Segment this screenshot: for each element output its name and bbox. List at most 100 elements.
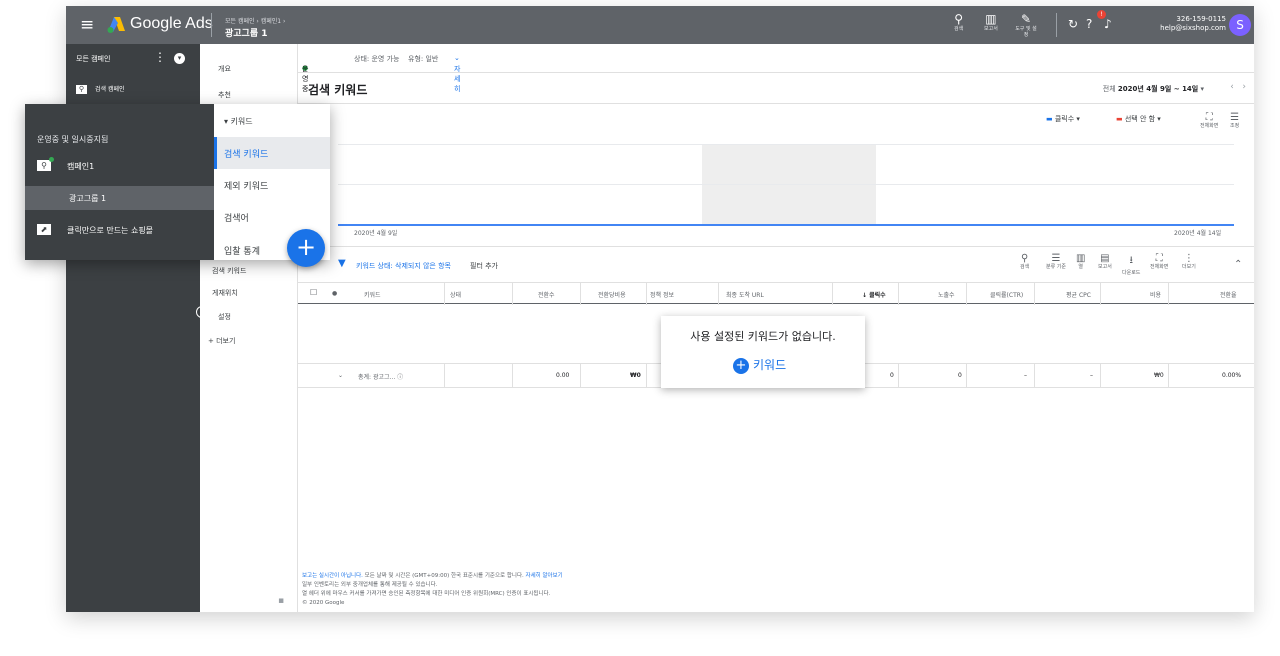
table-search-button[interactable]: ⚲ 검색 (1020, 253, 1029, 270)
menu-placements[interactable]: 게재위치 (212, 288, 238, 298)
reports-button[interactable]: ▥ 보고서 (984, 12, 998, 32)
menu-settings[interactable]: 설정 (218, 312, 231, 322)
google-ads-logo-icon (107, 17, 125, 33)
table-header: ☐ ● 키워드 상태 전환수 전환당비용 정책 정보 최종 도착 URL ↓ 클… (298, 282, 1254, 305)
download-button[interactable]: ⭳ 다운로드 (1122, 253, 1140, 276)
total-conversions: 0.00 (556, 372, 570, 379)
total-clicks: 0 (890, 372, 894, 379)
series-line-clicks (338, 224, 1234, 226)
adgroup-item[interactable]: 광고그룹 1 (25, 186, 214, 210)
filter-bar: ▼ 키워드 상태: 삭제되지 않은 항목 필터 추가 ⚲ 검색 ☰ 분류 기준 ▥ 열… (298, 246, 1254, 282)
total-avg-cpc: – (1090, 372, 1093, 379)
breadcrumb[interactable]: 모든 캠페인 › 캠페인1 › (225, 16, 285, 25)
filter-status-header: 운영중 및 일시중지됨 (37, 135, 109, 144)
col-keyword[interactable]: 키워드 (364, 290, 381, 299)
chart-adjust-button[interactable]: ☰ 조정 (1230, 112, 1239, 129)
add-fab-button[interactable]: + (287, 229, 325, 267)
avatar[interactable]: S (1229, 14, 1251, 36)
enabled-dot-icon (49, 157, 54, 162)
segment-button[interactable]: ☰ 분류 기준 (1046, 253, 1066, 270)
empty-keywords-card: 사용 설정된 키워드가 없습니다. + 키워드 (661, 316, 865, 388)
expand-chevron-icon[interactable]: ⌄ (338, 372, 343, 379)
col-conv-rate[interactable]: 전환율 (1220, 290, 1237, 299)
col-cost[interactable]: 비용 (1150, 290, 1161, 299)
collapse-chevron-icon[interactable]: ⌃ (1234, 259, 1242, 270)
columns-button[interactable]: ▥ 열 (1076, 253, 1085, 270)
col-final-url[interactable]: 최종 도착 URL (726, 290, 764, 299)
divider (1056, 13, 1057, 37)
divider (211, 13, 212, 37)
empty-message: 사용 설정된 키워드가 없습니다. (690, 330, 836, 343)
top-bar: ≡ Google Ads 모든 캠페인 › 캠페인1 › 광고그룹 1 ⚲ 검색 … (66, 6, 1254, 44)
col-avg-cpc[interactable]: 평균 CPC (1066, 290, 1091, 299)
details-link[interactable]: 자세히 ⌄ (454, 54, 460, 93)
status-eligible: 상태: 운영 가능 (354, 55, 400, 63)
col-ctr[interactable]: 클릭률(CTR) (990, 290, 1023, 299)
tools-button[interactable]: ✎ 도구 및 설정 (1014, 12, 1038, 38)
col-status[interactable]: 상태 (450, 290, 461, 299)
legend-clicks[interactable]: ▬ 클릭수 ▾ (1046, 114, 1080, 124)
search-campaign-icon: ⚲ (37, 160, 51, 171)
chevron-down-icon[interactable]: ▾ (174, 53, 185, 64)
table-reports-button[interactable]: ▤ 보고서 (1098, 253, 1112, 270)
more-menu[interactable]: + 더보기 (208, 336, 235, 346)
menu-recommendations[interactable]: 추천 (218, 90, 231, 100)
campaign-item[interactable]: ⚲ 캠페인1 (25, 154, 214, 178)
x-tick: 2020년 4월 9일 (354, 230, 398, 237)
date-nav-arrows[interactable]: ‹ › (1230, 82, 1246, 92)
menu-overview[interactable]: 개요 (218, 64, 231, 74)
total-conv-rate: 0.00% (1222, 372, 1242, 379)
col-conversions[interactable]: 전환수 (538, 290, 555, 299)
grid-line (338, 184, 1234, 185)
total-ctr: – (1024, 372, 1027, 379)
submenu-auction-insights[interactable]: 입찰 통계 (224, 244, 260, 257)
legend-none[interactable]: ▬ 선택 안 함 ▾ (1116, 114, 1161, 124)
feedback-icon[interactable]: ▪ (278, 596, 284, 606)
help-icon[interactable]: ? (1086, 17, 1092, 31)
select-all-checkbox[interactable]: ☐ (310, 288, 317, 297)
performance-chart: ▬ 클릭수 ▾ ▬ 선택 안 함 ▾ ⛶전체화면 ☰조정 2 1 0 2020년… (298, 104, 1254, 246)
filter-icon[interactable]: ▼ (338, 258, 346, 269)
filter-chip[interactable]: 키워드 상태: 삭제되지 않은 항목 (356, 261, 451, 271)
keywords-section-toggle[interactable]: ▾ 키워드 (224, 116, 253, 127)
bell-icon[interactable]: ♪ (1104, 17, 1112, 31)
realtime-note-link[interactable]: 보고는 실시간이 아닙니다. (302, 573, 363, 579)
account-info[interactable]: 326-159-0115 help@sixshop.com (1146, 15, 1226, 33)
chart-fullscreen-button[interactable]: ⛶ 전체화면 (1200, 112, 1218, 129)
plus-icon: + (733, 357, 749, 374)
all-campaigns-link[interactable]: 모든 캠페인 (76, 54, 110, 64)
account-email: help@sixshop.com (1160, 24, 1226, 32)
submenu-search-keywords[interactable]: 검색 키워드 (224, 147, 268, 160)
shopping-campaign-item[interactable]: ⬈ 클릭만으로 만드는 쇼핑몰 (25, 218, 214, 242)
search-icon: ⚲ (954, 12, 963, 26)
menu-search-keywords[interactable]: 검색 키워드 (212, 266, 246, 276)
current-adgroup-title[interactable]: 광고그룹 1 (225, 26, 268, 39)
grid-line (338, 144, 1234, 145)
submenu-negative-keywords[interactable]: 제외 키워드 (224, 179, 268, 192)
status-bar: ● 운영중 상태: 운영 가능 유형: 일반 자세히 ⌄ (302, 54, 461, 93)
add-keyword-button[interactable]: + 키워드 (733, 356, 786, 374)
add-filter-button[interactable]: 필터 추가 (470, 261, 498, 271)
x-tick: 2020년 4월 14일 (1174, 230, 1222, 237)
col-impressions[interactable]: 노출수 (938, 290, 955, 299)
total-label: 총계: 광고그... ⓘ (358, 374, 404, 381)
more-vert-icon[interactable]: ⋮ (154, 50, 166, 64)
brand-name[interactable]: Google Ads (130, 15, 213, 33)
google-ads-window: ≡ Google Ads 모든 캠페인 › 캠페인1 › 광고그룹 1 ⚲ 검색 … (66, 6, 1254, 612)
refresh-icon[interactable]: ↻ (1068, 17, 1078, 31)
page-header: 검색 키워드 전체 2020년 4월 9일 ~ 14일 ▾ ‹ › (298, 72, 1254, 104)
learn-more-link[interactable]: 자세히 알아보기 (526, 573, 563, 579)
col-policy[interactable]: 정책 정보 (650, 290, 674, 299)
wrench-icon: ✎ (1020, 12, 1032, 26)
col-clicks[interactable]: ↓ 클릭수 (862, 290, 886, 299)
search-campaign-item[interactable]: ⚲ 검색 캠페인 (76, 84, 125, 94)
submenu-search-terms[interactable]: 검색어 (224, 211, 249, 224)
search-button[interactable]: ⚲ 검색 (954, 12, 963, 32)
hamburger-menu-icon[interactable]: ≡ (80, 15, 94, 35)
table-fullscreen-button[interactable]: ⛶ 전체화면 (1150, 253, 1168, 270)
table-more-button[interactable]: ⋮ 더보기 (1182, 253, 1196, 270)
navigation-flyout: 운영중 및 일시중지됨 ⚲ 캠페인1 광고그룹 1 ⬈ 클릭만으로 만드는 쇼핑… (25, 104, 330, 267)
account-phone: 326-159-0115 (1176, 15, 1226, 23)
col-cost-per-conv[interactable]: 전환당비용 (598, 290, 626, 299)
date-range-picker[interactable]: 전체 2020년 4월 9일 ~ 14일 ▾ (1103, 84, 1204, 94)
